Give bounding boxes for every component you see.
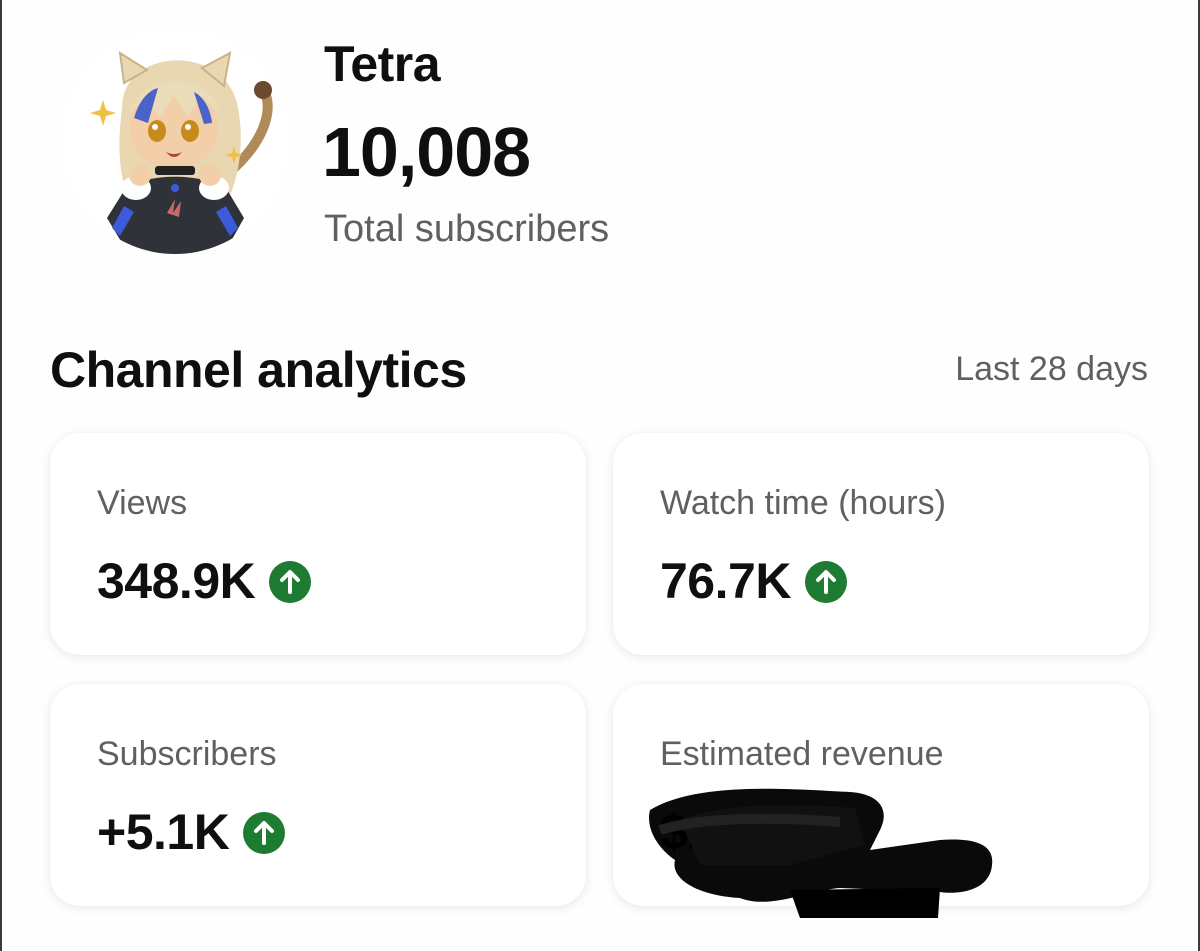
screen-edge-left	[0, 0, 2, 951]
subscribers-label: Subscribers	[97, 735, 277, 773]
watch-time-value: 76.7K	[660, 553, 791, 609]
views-label: Views	[97, 484, 188, 522]
channel-avatar[interactable]	[62, 28, 288, 254]
arrow-up-circle-icon	[243, 812, 286, 854]
subscribers-value: +5.1K	[97, 804, 230, 860]
watch-time-value-row: 76.7K	[660, 551, 847, 611]
redaction-scribble	[649, 788, 993, 918]
views-card[interactable]: Views 348.9K	[50, 433, 586, 655]
channel-analytics-title: Channel analytics	[50, 342, 467, 398]
arrow-up-circle-icon	[269, 561, 312, 603]
total-subscriber-count: 10,008	[322, 113, 531, 191]
total-subscribers-caption: Total subscribers	[324, 208, 610, 250]
arrow-up-circle-icon	[804, 561, 847, 603]
views-value: 348.9K	[97, 553, 256, 609]
subscribers-card[interactable]: Subscribers +5.1K	[50, 684, 586, 906]
avatar-illustration	[90, 51, 273, 254]
estimated-revenue-label: Estimated revenue	[660, 735, 944, 773]
watch-time-label: Watch time (hours)	[660, 484, 946, 522]
subscribers-value-row: +5.1K	[97, 802, 286, 862]
channel-name: Tetra	[324, 36, 441, 92]
period-selector[interactable]: Last 28 days	[955, 348, 1148, 390]
watch-time-card[interactable]: Watch time (hours) 76.7K	[613, 433, 1149, 655]
views-value-row: 348.9K	[97, 551, 312, 611]
